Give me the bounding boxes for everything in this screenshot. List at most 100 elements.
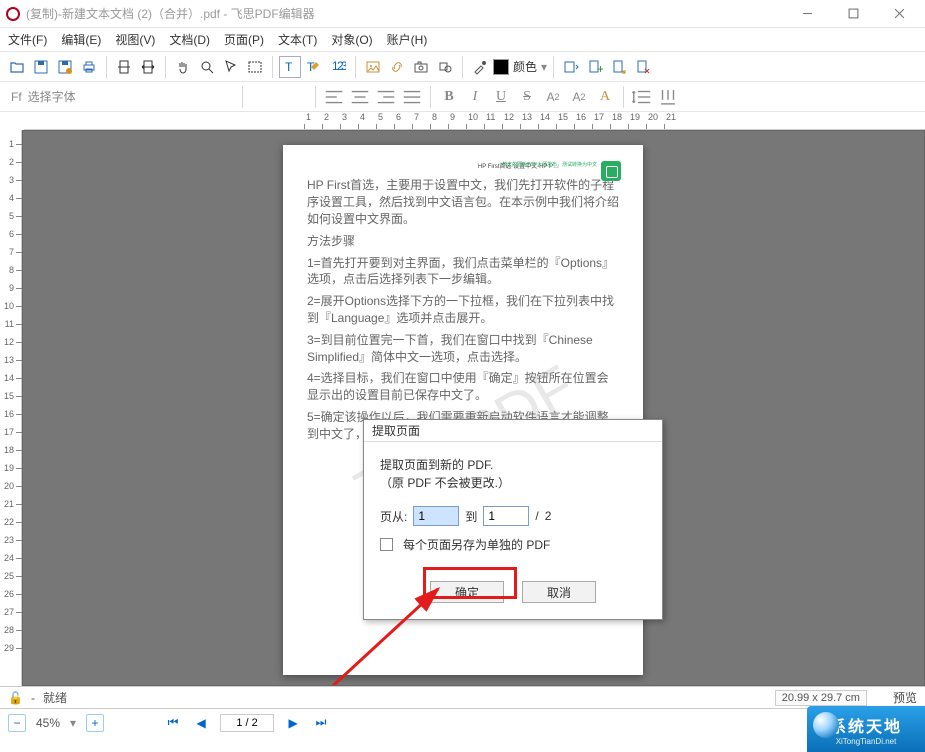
hand-tool[interactable] xyxy=(172,56,194,78)
font-family-field[interactable]: Ff 选择字体 xyxy=(6,86,236,108)
brand-en: XiTongTianDi.net xyxy=(836,737,897,746)
zoom-level: 45% xyxy=(36,716,60,730)
app-icon xyxy=(6,7,20,21)
page-badge-icon xyxy=(601,161,621,181)
checkbox-label: 每个页面另存为单独的 PDF xyxy=(403,536,550,553)
page-line: 1=首先打开要到对主界面，我们点击菜单栏的『Options』选项，点击后选择列表… xyxy=(307,255,619,289)
camera-tool[interactable] xyxy=(410,56,432,78)
extract-page-button[interactable] xyxy=(608,56,630,78)
page-line: 方法步骤 xyxy=(307,233,619,250)
shape-tool[interactable] xyxy=(434,56,456,78)
dialog-description: 提取页面到新的 PDF. （原 PDF 不会被更改.） xyxy=(380,456,646,492)
align-right-button[interactable] xyxy=(374,86,398,108)
font-icon: Ff xyxy=(11,90,22,104)
svg-text:+: + xyxy=(597,62,603,75)
line-spacing-button[interactable] xyxy=(630,86,654,108)
preview-label[interactable]: 预览 xyxy=(893,689,917,706)
menu-account[interactable]: 账户(H) xyxy=(387,31,428,48)
text-edit-tool[interactable]: T xyxy=(303,56,325,78)
align-center-button[interactable] xyxy=(348,86,372,108)
zoom-in-button[interactable]: + xyxy=(86,714,104,732)
bold-button[interactable]: B xyxy=(437,86,461,108)
page-line: 4=选择目标，我们在窗口中使用『确定』按钮所在位置会显示出的设置目前已保存中文了… xyxy=(307,370,619,404)
zoom-dropdown-icon[interactable]: ▾ xyxy=(70,716,76,730)
page-dimensions: 20.99 x 29.7 cm xyxy=(775,690,867,706)
color-swatch[interactable] xyxy=(493,59,509,75)
svg-text:3: 3 xyxy=(341,59,346,73)
page-line: 2=展开Options选择下方的一下拉框，我们在下拉列表中找到『Language… xyxy=(307,293,619,327)
maximize-button[interactable] xyxy=(839,4,867,24)
canvas[interactable]: 飞思PDF 英文的原始PDF大师发布，测试转换为中文 HP First首选 设置… xyxy=(22,130,925,686)
from-page-input[interactable] xyxy=(413,506,459,526)
slash: / xyxy=(535,509,538,523)
superscript-button[interactable]: A2 xyxy=(541,86,565,108)
menu-document[interactable]: 文档(D) xyxy=(169,31,210,48)
separator: - xyxy=(31,691,35,705)
total-pages: 2 xyxy=(545,509,552,523)
ruler-vertical: 1234567891011121314151617181920212223242… xyxy=(0,130,22,686)
titlebar: (复制)-新建文本文档 (2)（合并）.pdf - 飞思PDF编辑器 xyxy=(0,0,925,28)
text-settings-tool[interactable]: 123 xyxy=(327,56,349,78)
menu-file[interactable]: 文件(F) xyxy=(8,31,47,48)
menu-page[interactable]: 页面(P) xyxy=(224,31,264,48)
close-button[interactable] xyxy=(885,4,913,24)
align-justify-button[interactable] xyxy=(400,86,424,108)
lock-icon: 🔓 xyxy=(8,691,23,705)
prev-page-button[interactable]: ◀ xyxy=(192,714,210,732)
char-spacing-button[interactable] xyxy=(656,86,680,108)
font-color-button[interactable]: A xyxy=(593,86,617,108)
minimize-button[interactable] xyxy=(793,4,821,24)
globe-icon xyxy=(813,712,839,738)
next-page-button[interactable]: ▶ xyxy=(284,714,302,732)
brand-zh: 系统天地 xyxy=(830,713,902,737)
text-tool[interactable]: T xyxy=(279,56,301,78)
cancel-button[interactable]: 取消 xyxy=(522,581,596,603)
page-fit-button[interactable] xyxy=(113,56,135,78)
statusbar-upper: 🔓 - 就绪 20.99 x 29.7 cm 预览 xyxy=(0,686,925,708)
link-tool[interactable] xyxy=(386,56,408,78)
ok-highlight xyxy=(423,567,517,599)
to-page-input[interactable] xyxy=(483,506,529,526)
saveas-button[interactable] xyxy=(54,56,76,78)
status-ready: 就绪 xyxy=(43,689,67,706)
menu-edit[interactable]: 编辑(E) xyxy=(61,31,101,48)
add-page-button[interactable]: + xyxy=(584,56,606,78)
ocr-button[interactable] xyxy=(560,56,582,78)
color-dropdown-icon[interactable]: ▾ xyxy=(541,60,547,74)
italic-button[interactable]: I xyxy=(463,86,487,108)
menu-text[interactable]: 文本(T) xyxy=(278,31,317,48)
to-label: 到 xyxy=(465,508,477,525)
svg-text:T: T xyxy=(285,60,293,74)
color-label: 颜色 xyxy=(513,58,537,75)
delete-page-button[interactable] xyxy=(632,56,654,78)
menu-view[interactable]: 视图(V) xyxy=(115,31,155,48)
select-tool[interactable] xyxy=(220,56,242,78)
last-page-button[interactable]: ⏭ xyxy=(312,714,330,732)
eyedropper-tool[interactable] xyxy=(469,56,491,78)
page-line: HP First首选，主要用于设置中文，我们先打开软件的子程序设置工具，然后找到… xyxy=(307,177,619,227)
open-button[interactable] xyxy=(6,56,28,78)
statusbar-lower: − 45% ▾ + ⏮ ◀ ▶ ⏭ xyxy=(0,708,925,736)
page-number-field[interactable] xyxy=(220,714,274,732)
menubar: 文件(F) 编辑(E) 视图(V) 文档(D) 页面(P) 文本(T) 对象(O… xyxy=(0,28,925,52)
font-placeholder: 选择字体 xyxy=(28,88,76,105)
fontbar: Ff 选择字体 B I U S A2 A2 A xyxy=(0,82,925,112)
save-button[interactable] xyxy=(30,56,52,78)
zoom-tool[interactable] xyxy=(196,56,218,78)
first-page-button[interactable]: ⏮ xyxy=(164,714,182,732)
page-badge-text: 英文的原始PDF大师发布，测试转换为中文 xyxy=(502,163,597,169)
subscript-button[interactable]: A2 xyxy=(567,86,591,108)
snapshot-tool[interactable] xyxy=(244,56,266,78)
dialog-title: 提取页面 xyxy=(364,420,662,442)
strike-button[interactable]: S xyxy=(515,86,539,108)
zoom-out-button[interactable]: − xyxy=(8,714,26,732)
align-left-button[interactable] xyxy=(322,86,346,108)
print-button[interactable] xyxy=(78,56,100,78)
page-width-button[interactable] xyxy=(137,56,159,78)
separate-pdf-checkbox[interactable] xyxy=(380,538,393,551)
menu-object[interactable]: 对象(O) xyxy=(331,31,372,48)
from-label: 页从: xyxy=(380,508,407,525)
image-tool[interactable] xyxy=(362,56,384,78)
brand-logo: 系统天地 XiTongTianDi.net xyxy=(807,706,925,752)
underline-button[interactable]: U xyxy=(489,86,513,108)
